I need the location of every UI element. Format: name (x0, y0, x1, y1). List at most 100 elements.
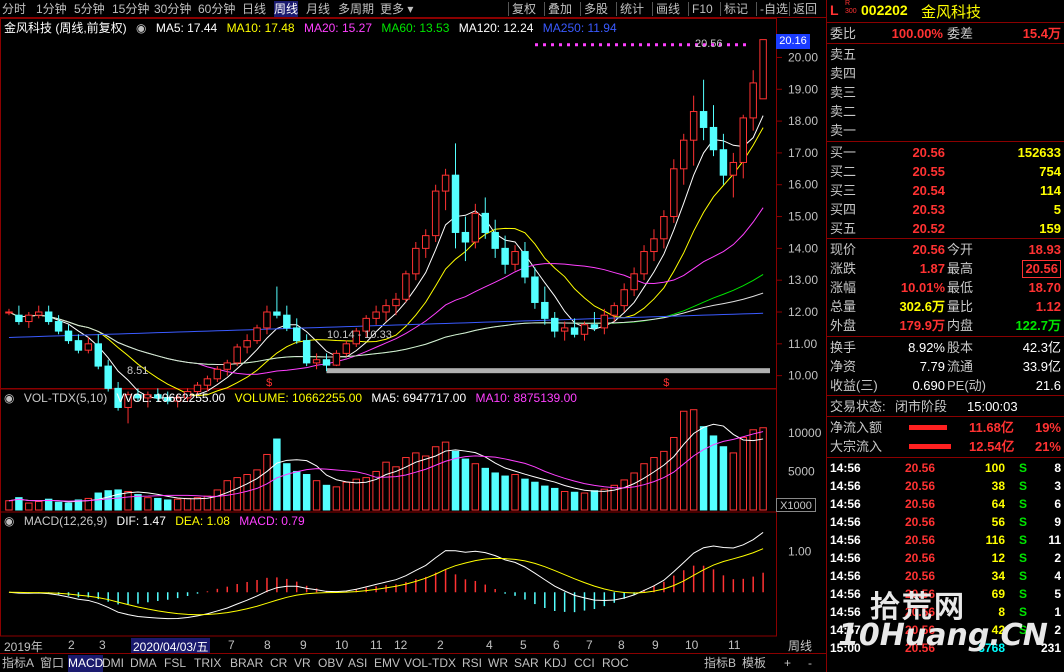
volume-bar (680, 410, 688, 511)
volume-bar (600, 488, 609, 511)
macd-settings-icon[interactable]: ◉ (4, 514, 14, 528)
candle-body (531, 276, 539, 303)
buy-label: 买一 (830, 145, 857, 160)
tick-time: 14:56 (830, 569, 861, 583)
period-tab-2[interactable]: 5分钟 (74, 1, 105, 17)
indicator-right-1[interactable]: 模板 (742, 655, 766, 672)
period-tab-0[interactable]: 分时 (2, 1, 26, 17)
toolbar-btn-1[interactable]: 叠加 (548, 1, 572, 17)
fund-value-2: 42.3亿 (1022, 340, 1061, 355)
indicator-tab-16[interactable]: SAR (514, 655, 539, 672)
period-tab-7[interactable]: 周线 (274, 1, 299, 17)
indicator-tab-18[interactable]: CCI (574, 655, 595, 672)
candle-body (213, 368, 222, 380)
tick-volume: 116 (985, 533, 1005, 547)
stat-value: 1.87 (919, 261, 945, 276)
kline-chart[interactable]: 20.00 19.00 18.00 17.00 16.00 15.00 14.00 13.00… (0, 18, 826, 653)
quote-stat-row: 涨幅 10.01% 最低 18.70 (827, 278, 1064, 297)
macd-legend: ◉ MACD(12,26,9) DIF: 1.47 DEA: 1.08 MACD… (4, 513, 311, 529)
tick-volume: 100 (984, 461, 1005, 475)
candle-body (223, 362, 231, 370)
date-tick: 11 (370, 638, 383, 652)
candle-body (84, 343, 93, 351)
tick-volume: 38 (991, 479, 1005, 493)
candle-body (511, 251, 519, 265)
ma120-value: MA120: 12.24 (458, 21, 534, 35)
candle-body (35, 311, 43, 316)
indicator-tab-4[interactable]: DMA (130, 655, 157, 672)
date-tick: 8 (264, 638, 271, 652)
indicator-tab-15[interactable]: WR (488, 655, 508, 672)
zoom-in-button[interactable]: + (784, 655, 791, 672)
ma10-line (8, 127, 764, 397)
volume-bar (660, 450, 668, 511)
indicator-tab-19[interactable]: ROC (602, 655, 629, 672)
period-tab-8[interactable]: 月线 (306, 1, 330, 17)
candle-body (689, 111, 698, 141)
indicator-tab-0[interactable]: 指标A (2, 655, 34, 672)
period-tab-1[interactable]: 1分钟 (36, 1, 67, 17)
volume-bar (451, 450, 460, 511)
vol-settings-icon[interactable]: ◉ (4, 391, 14, 405)
tick-volume: 12 (991, 551, 1005, 565)
indicator-tab-14[interactable]: RSI (462, 655, 482, 672)
fund-value: 0.690 (912, 378, 945, 393)
indicator-tab-5[interactable]: FSL (164, 655, 186, 672)
indicator-tab-1[interactable]: 窗口 (40, 655, 64, 672)
legend-dropdown-icon[interactable]: ◉ (136, 21, 146, 35)
stat-value: 20.56 (912, 242, 945, 257)
indicator-tab-9[interactable]: VR (294, 655, 311, 672)
tick-row: 14:56 20.56 116 S 11 (827, 531, 1064, 549)
period-tab-10[interactable]: 更多 ▾ (380, 1, 413, 17)
toolbar-btn-8[interactable]: 返回 (793, 1, 817, 17)
toolbar-btn-2[interactable]: 多股 (584, 1, 608, 17)
tick-direction: S (1019, 569, 1028, 583)
volume-bar (580, 492, 589, 511)
period-tab-4[interactable]: 30分钟 (154, 1, 191, 17)
toolbar-btn-6[interactable]: 标记 (724, 1, 748, 17)
candle-body (392, 298, 400, 307)
period-tab-5[interactable]: 60分钟 (198, 1, 235, 17)
indicator-tab-8[interactable]: CR (270, 655, 287, 672)
indicator-tab-7[interactable]: BRAR (230, 655, 263, 672)
period-tab-3[interactable]: 15分钟 (112, 1, 149, 17)
market-tag: L (830, 2, 839, 18)
zoom-out-button[interactable]: - (808, 655, 812, 672)
indicator-right-0[interactable]: 指标B (704, 655, 736, 672)
period-tab-9[interactable]: 多周期 (338, 1, 374, 17)
candle-body (74, 340, 83, 351)
volume-bar (114, 489, 122, 511)
indicator-tab-3[interactable]: DMI (102, 655, 124, 672)
buy-volume: 5 (1053, 202, 1061, 217)
candle-body (283, 314, 291, 329)
candle-body (749, 82, 757, 119)
toolbar-btn-5[interactable]: F10 (692, 1, 713, 17)
period-tab-6[interactable]: 日线 (242, 1, 266, 17)
ma60-value: MA60: 13.53 (381, 21, 450, 35)
buy-volume: 152633 (1017, 145, 1061, 160)
volume-bar (590, 490, 599, 511)
fund-value-2: 21.6 (1035, 378, 1061, 393)
indicator-tab-11[interactable]: ASI (348, 655, 367, 672)
volume-bar (273, 438, 281, 511)
toolbar-btn-7[interactable]: -自选 (760, 1, 788, 17)
indicator-tab-2[interactable]: MACD (68, 655, 104, 672)
candle-body (521, 251, 529, 278)
indicator-tab-6[interactable]: TRIX (194, 655, 221, 672)
indicator-tab-13[interactable]: VOL-TDX (404, 655, 456, 672)
indicator-tab-17[interactable]: KDJ (544, 655, 567, 672)
volume-bar (699, 426, 708, 511)
toolbar-btn-0[interactable]: 复权 (512, 1, 536, 17)
toolbar-btn-4[interactable]: 画线 (656, 1, 680, 17)
tick-volume: 64 (991, 497, 1005, 511)
volume-bar (322, 484, 331, 511)
stat-label: 外盘 (830, 318, 857, 333)
candle-body (104, 365, 112, 389)
stat-value-2: 122.7万 (1015, 318, 1061, 333)
indicator-tab-10[interactable]: OBV (318, 655, 343, 672)
fund-label: 净资 (830, 359, 857, 374)
period-indicator: 周线 (788, 639, 813, 653)
sell-label: 卖二 (830, 104, 857, 119)
indicator-tab-12[interactable]: EMV (374, 655, 400, 672)
toolbar-btn-3[interactable]: 统计 (620, 1, 644, 17)
